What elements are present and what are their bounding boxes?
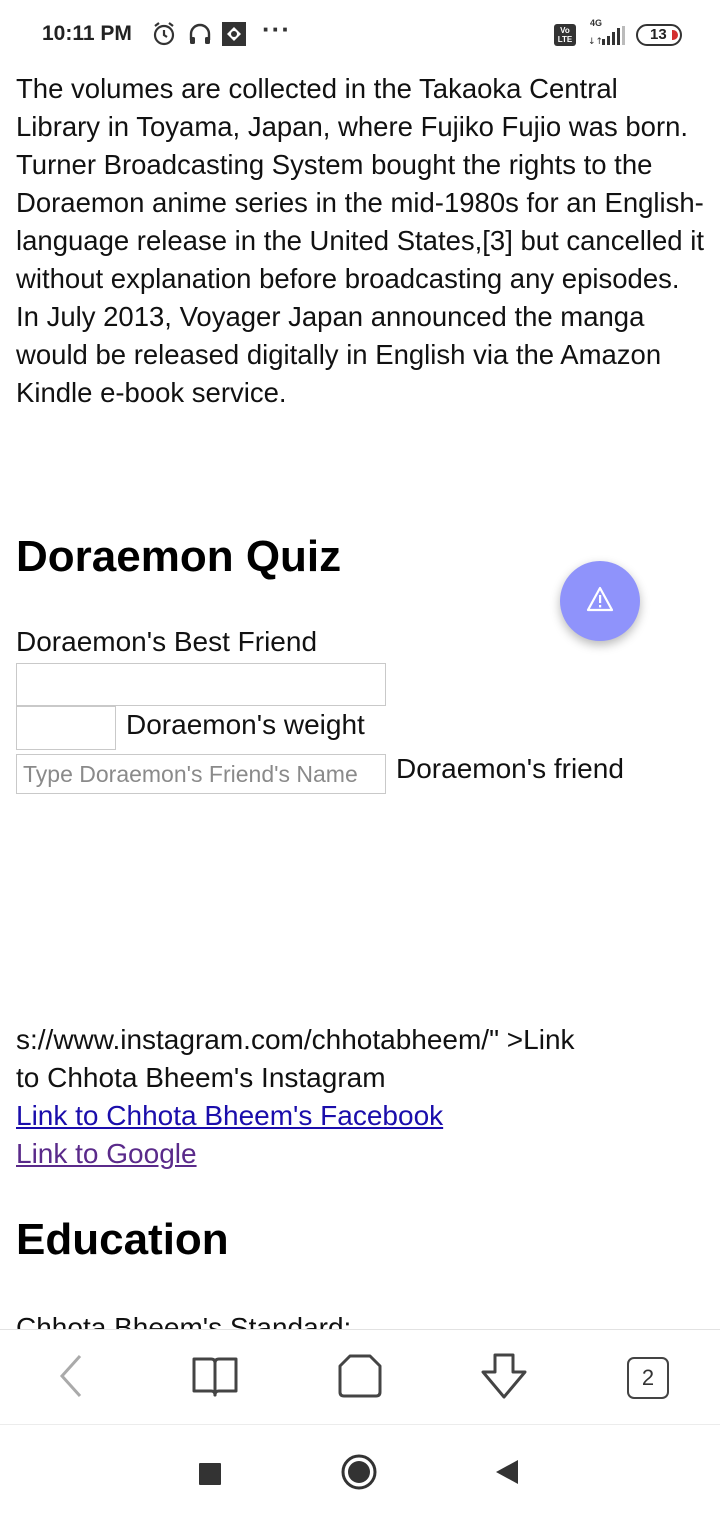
report-fab-button[interactable] <box>560 561 640 641</box>
article-paragraph: The volumes are collected in the Takaoka… <box>16 73 704 408</box>
alarm-icon <box>150 20 178 53</box>
system-home-button[interactable] <box>334 1449 384 1499</box>
tab-count: 2 <box>627 1357 669 1399</box>
download-icon <box>479 1352 529 1405</box>
facebook-link[interactable]: Link to Chhota Bheem's Facebook <box>16 1100 443 1132</box>
education-heading: Education <box>16 1215 229 1264</box>
screen-cast-icon <box>220 20 248 53</box>
quiz-heading: Doraemon Quiz <box>16 532 342 581</box>
back-icon <box>56 1354 86 1403</box>
svg-text:↓↑: ↓↑ <box>588 37 603 46</box>
bookmarks-icon <box>191 1355 239 1402</box>
back-button[interactable] <box>41 1350 101 1406</box>
home-icon <box>337 1353 383 1404</box>
weight-label: Doraemon's weight <box>126 709 365 740</box>
status-bar: 10:11 PM ··· Vo LTE 4G ↓↑ 13 <box>0 0 720 70</box>
battery-icon: 13 <box>636 24 682 46</box>
volte-icon: Vo LTE <box>554 24 576 46</box>
recents-button[interactable] <box>185 1449 235 1499</box>
browser-toolbar: 2 <box>0 1329 720 1424</box>
system-home-icon <box>340 1453 378 1496</box>
system-back-button[interactable] <box>482 1449 532 1499</box>
friend-label: Doraemon's friend <box>396 753 624 784</box>
page-content: The volumes are collected in the Takaoka… <box>16 70 716 1343</box>
headphones-icon <box>186 20 214 53</box>
raw-link-text: s://www.instagram.com/chhotabheem/" >Lin… <box>16 1024 575 1055</box>
system-back-icon <box>494 1458 520 1491</box>
bookmarks-button[interactable] <box>185 1350 245 1406</box>
download-button[interactable] <box>474 1350 534 1406</box>
best-friend-input[interactable] <box>16 663 386 706</box>
status-time: 10:11 PM <box>42 22 132 45</box>
recents-icon <box>199 1463 221 1485</box>
weight-input[interactable] <box>16 706 116 750</box>
friend-name-placeholder: Type Doraemon's Friend's Name <box>23 761 358 787</box>
friend-name-input[interactable]: Type Doraemon's Friend's Name <box>16 754 386 794</box>
best-friend-label: Doraemon's Best Friend <box>16 626 318 657</box>
tabs-button[interactable]: 2 <box>618 1350 678 1406</box>
warning-icon <box>586 586 614 617</box>
home-button[interactable] <box>330 1350 390 1406</box>
signal-icon: ↓↑ <box>588 26 626 51</box>
battery-level: 13 <box>650 26 667 43</box>
raw-link-text-2: to Chhota Bheem's Instagram <box>16 1062 386 1093</box>
more-dots-icon: ··· <box>262 14 291 44</box>
system-nav-bar <box>0 1424 720 1520</box>
google-link[interactable]: Link to Google <box>16 1138 197 1170</box>
